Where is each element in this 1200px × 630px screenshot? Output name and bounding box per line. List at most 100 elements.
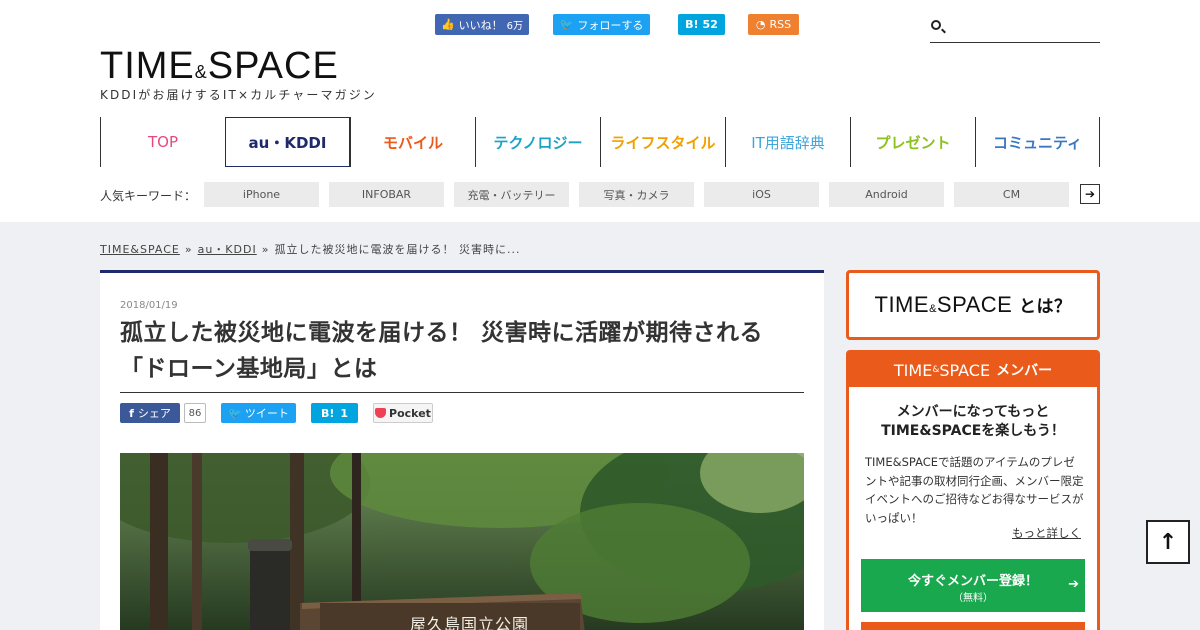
breadcrumb-current: 孤立した被災地に電波を届ける！ 災害時に...	[274, 243, 521, 256]
member-lead-line1: メンバーになってもっと	[896, 404, 1050, 420]
member-head-suffix: メンバー	[996, 363, 1053, 379]
member-register-sub: （無料）	[953, 593, 993, 604]
nav-item-label: テクノロジー	[493, 133, 583, 152]
keyword-chip[interactable]: 充電・バッテリー	[454, 182, 569, 207]
hatena-label: B!	[685, 18, 699, 31]
breadcrumb-separator: »	[184, 243, 193, 256]
member-lead: メンバーになってもっと TIME&SPACEを楽しもう！	[849, 403, 1097, 441]
keyword-chip[interactable]: Android	[829, 182, 944, 207]
facebook-like-count: 6万	[506, 21, 524, 32]
member-head-time: TIME	[893, 360, 933, 380]
hatena-bookmark-button[interactable]: B! 52	[678, 14, 725, 35]
keyword-chip[interactable]: CM	[954, 182, 1069, 207]
member-lead-line2: TIME&SPACEを楽しもう！	[881, 423, 1065, 439]
global-nav: TOP au・KDDI モバイル テクノロジー ライフスタイル IT用語辞典 プ…	[100, 117, 1100, 167]
popular-keywords: 人気キーワード： iPhone INFOBAR 充電・バッテリー 写真・カメラ …	[100, 182, 1100, 207]
twitter-bird-icon: 🐦	[559, 18, 574, 31]
twitter-follow-label: フォローする	[577, 18, 644, 32]
facebook-share-button[interactable]: f シェア	[120, 403, 180, 423]
member-login-button[interactable]	[861, 622, 1085, 630]
article: 2018/01/19 孤立した被災地に電波を届ける！ 災害時に活躍が期待される …	[100, 270, 824, 630]
article-title-line1: 孤立した被災地に電波を届ける！ 災害時に活躍が期待される	[120, 320, 764, 346]
nav-item-au-kddi[interactable]: au・KDDI	[225, 117, 350, 167]
about-banner-ampersand: &	[929, 303, 937, 315]
hatena-bookmark-share-button[interactable]: B! 1	[311, 403, 358, 423]
article-title-line2: 「ドローン基地局」とは	[120, 356, 378, 382]
keyword-chip[interactable]: 写真・カメラ	[579, 182, 694, 207]
logo-text-time: TIME	[100, 45, 195, 87]
nav-item-label: プレゼント	[875, 133, 951, 152]
logo-ampersand: &	[194, 62, 208, 82]
article-title: 孤立した被災地に電波を届ける！ 災害時に活躍が期待される 「ドローン基地局」とは	[120, 315, 804, 393]
pocket-label: Pocket	[389, 406, 431, 420]
facebook-icon: f	[129, 406, 134, 420]
keyword-chip[interactable]: INFOBAR	[329, 182, 444, 207]
member-head-ampersand: &	[932, 365, 940, 375]
about-banner[interactable]: TIME&SPACE とは？	[846, 270, 1100, 340]
search-input[interactable]	[948, 16, 1098, 38]
main-area: TIME&SPACE» au・KDDI» 孤立した被災地に電波を届ける！ 災害時に.…	[0, 222, 1200, 630]
facebook-like-label: いいね！	[458, 18, 503, 32]
pocket-icon	[375, 408, 387, 418]
tweet-label: ツイート	[244, 407, 289, 420]
member-register-label: 今すぐメンバー登録！	[907, 574, 1038, 589]
back-to-top-button[interactable]: ↑	[1146, 520, 1190, 564]
breadcrumb-category-link[interactable]: au・KDDI	[198, 243, 257, 256]
keywords-next-arrow-icon[interactable]: ➔	[1080, 184, 1100, 204]
nav-item-label: コミュニティ	[992, 133, 1083, 152]
nav-item-label: TOP	[147, 133, 178, 151]
pocket-button[interactable]: Pocket	[373, 403, 433, 423]
hatena-count: 52	[702, 18, 718, 31]
keyword-chip[interactable]: iOS	[704, 182, 819, 207]
about-banner-suffix: とは？	[1018, 297, 1072, 317]
member-head-space: SPACE	[939, 360, 991, 380]
nav-item-community[interactable]: コミュニティ	[975, 117, 1100, 167]
keyword-chip[interactable]: iPhone	[204, 182, 319, 207]
photo-sign-text: 屋久島国立公園	[410, 615, 530, 630]
breadcrumb-separator: »	[261, 243, 270, 256]
rss-label: RSS	[769, 18, 792, 31]
about-banner-time: TIME	[874, 292, 930, 317]
forest-photo	[120, 453, 804, 630]
breadcrumb: TIME&SPACE » au・KDDI » 孤立した被災地に電波を届ける！ 災害時に.…	[100, 241, 520, 257]
nav-item-mobile[interactable]: モバイル	[350, 117, 475, 167]
nav-item-top[interactable]: TOP	[100, 117, 225, 167]
breadcrumb-home-link[interactable]: TIME&SPACE	[100, 243, 180, 256]
nav-item-it-dictionary[interactable]: IT用語辞典	[725, 117, 850, 167]
nav-item-lifestyle[interactable]: ライフスタイル	[600, 117, 725, 167]
keywords-label: 人気キーワード：	[100, 189, 197, 203]
about-banner-space: SPACE	[936, 292, 1013, 317]
logo-text-space: SPACE	[207, 45, 339, 87]
nav-item-label: モバイル	[382, 133, 443, 152]
tweet-button[interactable]: 🐦 ツイート	[221, 403, 296, 423]
member-more-link[interactable]: もっと詳しく	[1012, 525, 1081, 541]
nav-item-present[interactable]: プレゼント	[850, 117, 975, 167]
article-date: 2018/01/19	[120, 300, 178, 311]
rss-button[interactable]: ◔ RSS	[748, 14, 799, 35]
member-description: TIME&SPACEで話題のアイテムのプレゼントや記事の取材同行企画、メンバー限…	[865, 455, 1084, 525]
hatena-count: 1	[340, 406, 349, 420]
search-icon[interactable]	[931, 20, 941, 30]
member-box-header: TIME & SPACE メンバー	[849, 353, 1097, 387]
facebook-share-count: 86	[184, 403, 206, 423]
about-banner-text: TIME&SPACE とは？	[875, 292, 1072, 318]
facebook-share-label: シェア	[137, 407, 171, 420]
arrow-up-icon: ↑	[1158, 529, 1178, 555]
member-box: TIME & SPACE メンバー メンバーになってもっと TIME&SPACEを楽し…	[846, 350, 1100, 630]
twitter-bird-icon: 🐦	[228, 406, 242, 420]
site-header: 👍 いいね！ 6万 🐦 フォローする B! 52 ◔ RSS TIME&SPAC…	[0, 0, 1200, 222]
facebook-like-button[interactable]: 👍 いいね！ 6万	[435, 14, 529, 35]
rss-icon: ◔	[755, 18, 766, 31]
nav-item-technology[interactable]: テクノロジー	[475, 117, 600, 167]
nav-item-label: IT用語辞典	[751, 133, 825, 152]
hatena-label: B!	[320, 406, 335, 420]
search-box	[930, 14, 1100, 43]
member-register-button[interactable]: 今すぐメンバー登録！ （無料） ➔	[861, 559, 1085, 612]
thumbs-up-icon: 👍	[440, 18, 455, 31]
nav-item-label: au・KDDI	[248, 133, 327, 152]
site-tagline: KDDIがお届けするIT×カルチャーマガジン	[100, 88, 377, 102]
nav-item-label: ライフスタイル	[610, 133, 716, 152]
arrow-right-icon: ➔	[1068, 577, 1079, 592]
article-hero-image: 屋久島国立公園	[120, 453, 804, 630]
twitter-follow-button[interactable]: 🐦 フォローする	[553, 14, 650, 35]
